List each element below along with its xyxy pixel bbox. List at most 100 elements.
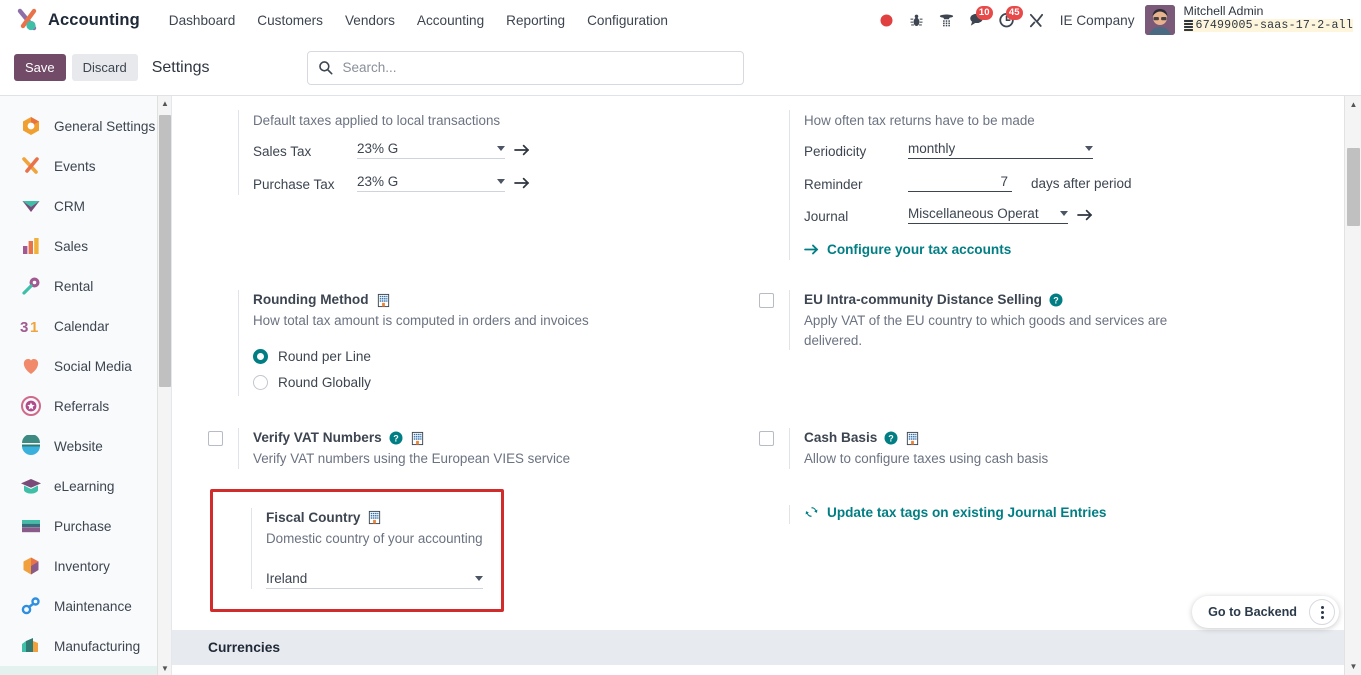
update-tax-tags-setting: Update tax tags on existing Journal Entr… xyxy=(759,489,1280,529)
sidebar-item-general-settings[interactable]: General Settings xyxy=(0,106,171,146)
main-scroll-down-icon[interactable]: ▼ xyxy=(1345,658,1361,675)
menu-reporting[interactable]: Reporting xyxy=(495,7,576,34)
go-to-backend-button[interactable]: Go to Backend xyxy=(1192,605,1309,619)
sidebar-item-next[interactable] xyxy=(0,666,171,675)
sidebar-item-crm[interactable]: CRM xyxy=(0,186,171,226)
help-question-icon[interactable]: ? xyxy=(1049,293,1063,307)
sidebar-item-maintenance[interactable]: Maintenance xyxy=(0,586,171,626)
radio-round-per-line[interactable]: Round per Line xyxy=(253,344,729,370)
main-scroll-up-icon[interactable]: ▲ xyxy=(1345,96,1361,113)
eu-distance-selling-setting: EU Intra-community Distance Selling ? Ap… xyxy=(759,289,1280,354)
menu-accounting[interactable]: Accounting xyxy=(406,7,495,34)
configure-tax-accounts-label: Configure your tax accounts xyxy=(827,241,1012,257)
settings-col-right: Cash Basis ? Allow to configure taxes us… xyxy=(759,427,1310,473)
record-indicator-icon[interactable] xyxy=(872,5,902,35)
fiscal-country-title: Fiscal Country xyxy=(266,508,483,528)
periodicity-select[interactable]: monthly xyxy=(908,141,1093,160)
general-settings-icon xyxy=(20,115,42,137)
purchase-tax-row: Purchase Tax 23% G xyxy=(253,174,729,196)
search-box[interactable] xyxy=(306,50,744,85)
sidebar-item-inventory[interactable]: Inventory xyxy=(0,546,171,586)
eu-distance-selling-checkbox[interactable] xyxy=(759,292,774,308)
main-scrollbar-thumb[interactable] xyxy=(1347,148,1360,226)
radio-round-globally[interactable]: Round Globally xyxy=(253,370,729,396)
phone-dialpad-icon[interactable] xyxy=(932,5,962,35)
enterprise-building-icon xyxy=(410,431,425,446)
main-scrollbar[interactable]: ▲ ▼ xyxy=(1344,96,1361,675)
rounding-method-title: Rounding Method xyxy=(253,290,729,310)
sidebar-item-manufacturing[interactable]: Manufacturing xyxy=(0,626,171,666)
cash-basis-description: Allow to configure taxes using cash basi… xyxy=(804,451,1049,467)
brand[interactable]: Accounting xyxy=(14,7,140,33)
journal-select[interactable]: Miscellaneous Operat xyxy=(908,206,1068,225)
update-tax-tags-label: Update tax tags on existing Journal Entr… xyxy=(827,504,1107,520)
default-taxes-content: Default taxes applied to local transacti… xyxy=(238,110,729,196)
sidebar-item-referrals[interactable]: Referrals xyxy=(0,386,171,426)
odoo-accounting-logo-icon xyxy=(14,7,40,33)
fiscal-country-select[interactable]: Ireland xyxy=(266,571,483,590)
journal-internal-link[interactable] xyxy=(1077,209,1093,221)
journal-control: Miscellaneous Operat xyxy=(908,206,1093,225)
menu-vendors[interactable]: Vendors xyxy=(334,7,406,34)
settings-row-rounding: Rounding Method How total tax amount is … xyxy=(172,264,1344,400)
configure-tax-accounts-link[interactable]: Configure your tax accounts xyxy=(804,242,1011,257)
discard-button[interactable]: Discard xyxy=(71,53,138,82)
sales-tax-internal-link[interactable] xyxy=(514,144,530,156)
sidebar-item-label: Referrals xyxy=(54,398,110,414)
sidebar-item-rental[interactable]: Rental xyxy=(0,266,171,306)
sidebar-scroll-up-icon[interactable]: ▲ xyxy=(158,96,171,110)
update-tax-tags-link[interactable]: Update tax tags on existing Journal Entr… xyxy=(804,505,1107,520)
company-name[interactable]: IE Company xyxy=(1052,13,1145,28)
search-input[interactable] xyxy=(340,59,733,76)
maintenance-icon xyxy=(20,595,42,617)
verify-vat-checkbox[interactable] xyxy=(208,430,223,446)
sidebar-item-sales[interactable]: Sales xyxy=(0,226,171,266)
radio-indicator[interactable] xyxy=(253,375,268,391)
sidebar-scroll-down-icon[interactable]: ▼ xyxy=(158,661,171,675)
activities-clock-icon[interactable]: 45 xyxy=(992,5,1023,35)
radio-label: Round per Line xyxy=(278,349,371,365)
tools-icon[interactable] xyxy=(1022,5,1052,35)
cash-basis-checkbox[interactable] xyxy=(759,430,774,446)
sidebar-item-elearning[interactable]: eLearning xyxy=(0,466,171,506)
sidebar-scrollbar-thumb[interactable] xyxy=(159,115,171,387)
sidebar-item-label: Social Media xyxy=(54,358,132,374)
menu-configuration[interactable]: Configuration xyxy=(576,7,679,34)
purchase-tax-internal-link[interactable] xyxy=(514,177,530,189)
journal-row: Journal Miscellaneous Operat xyxy=(804,206,1280,228)
enterprise-building-icon xyxy=(367,510,382,525)
radio-indicator-selected[interactable] xyxy=(253,349,268,365)
messages-icon[interactable]: 10 xyxy=(962,5,993,35)
spacer-cell xyxy=(759,505,789,525)
sidebar-item-calendar[interactable]: 31 Calendar xyxy=(0,306,171,346)
sidebar-item-events[interactable]: Events xyxy=(0,146,171,186)
sidebar-item-purchase[interactable]: Purchase xyxy=(0,506,171,546)
purchase-tax-select[interactable]: 23% G xyxy=(357,174,505,192)
sidebar-scrollbar[interactable]: ▲ ▼ xyxy=(157,96,171,675)
cash-basis-content: Cash Basis ? Allow to configure taxes us… xyxy=(789,427,1280,469)
kebab-menu-icon[interactable] xyxy=(1309,599,1335,625)
enterprise-building-icon xyxy=(905,431,920,446)
chevron-down-icon xyxy=(497,178,505,184)
save-button[interactable]: Save xyxy=(14,53,66,82)
help-question-icon[interactable]: ? xyxy=(884,431,898,445)
rounding-method-options: Round per Line Round Globally xyxy=(253,344,729,396)
menu-dashboard[interactable]: Dashboard xyxy=(158,7,247,34)
avatar[interactable] xyxy=(1144,5,1175,35)
sidebar-item-website[interactable]: Website xyxy=(0,426,171,466)
fiscal-country-label: Fiscal Country xyxy=(266,509,361,525)
settings-col-right: How often tax returns have to be made Pe… xyxy=(759,110,1310,264)
sidebar-item-label: CRM xyxy=(54,198,85,214)
verify-vat-setting: Verify VAT Numbers ? Verify VAT numbers … xyxy=(208,427,729,473)
top-navbar: Accounting Dashboard Customers Vendors A… xyxy=(0,0,1361,40)
sidebar-item-social-media[interactable]: Social Media xyxy=(0,346,171,386)
sales-tax-label: Sales Tax xyxy=(253,144,312,160)
reminder-input[interactable] xyxy=(908,173,1012,192)
svg-text:3: 3 xyxy=(20,319,28,336)
bug-icon[interactable] xyxy=(902,5,932,35)
sidebar-item-label: Events xyxy=(54,158,96,174)
sales-tax-select[interactable]: 23% G xyxy=(357,141,505,160)
menu-customers[interactable]: Customers xyxy=(246,7,334,34)
help-question-icon[interactable]: ? xyxy=(389,431,403,445)
user-block[interactable]: Mitchell Admin 67499005-saas-17-2-all xyxy=(1175,4,1353,37)
